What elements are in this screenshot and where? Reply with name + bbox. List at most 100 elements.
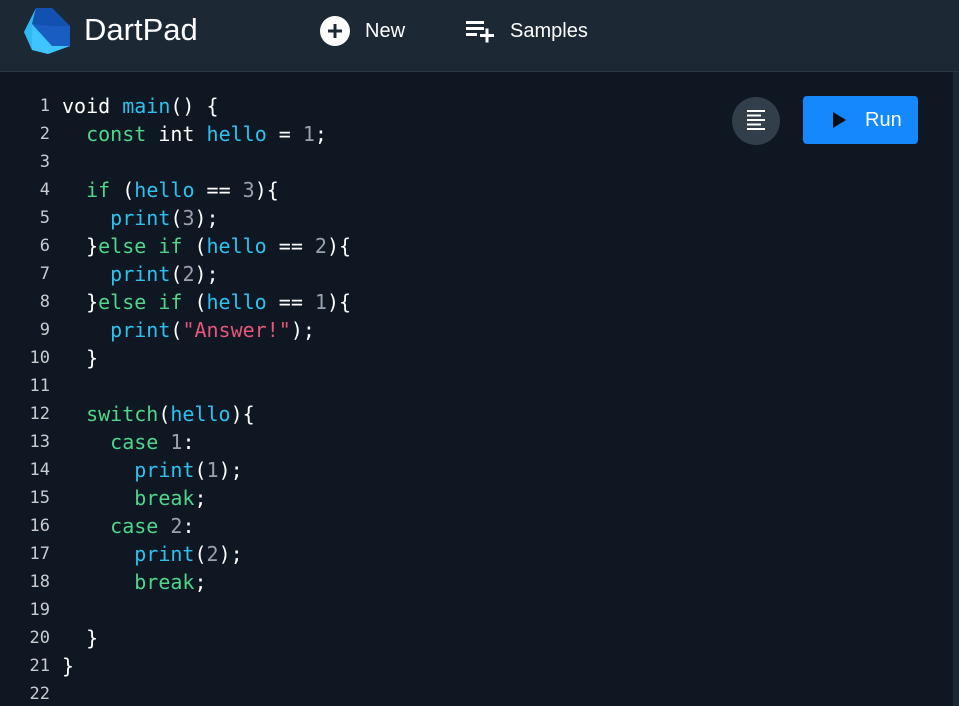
code-token: const xyxy=(86,122,147,146)
code-line[interactable]: print(2); xyxy=(62,540,722,568)
line-number: 14 xyxy=(29,460,50,480)
code-line[interactable]: void main() { xyxy=(62,92,722,120)
code-token: hello xyxy=(170,402,231,426)
line-number: 6 xyxy=(39,236,50,256)
line-number: 5 xyxy=(39,208,50,228)
code-line[interactable]: print("Answer!"); xyxy=(62,316,722,344)
code-area[interactable]: void main() { const int hello = 1; if (h… xyxy=(62,92,722,706)
code-line[interactable]: break; xyxy=(62,568,722,596)
app-header: DartPad New Samples xyxy=(0,0,959,72)
code-token: ( xyxy=(182,290,207,314)
code-line[interactable]: case 1: xyxy=(62,428,722,456)
code-token: switch xyxy=(86,402,159,426)
code-line[interactable]: } xyxy=(62,652,722,680)
code-token: } xyxy=(62,234,99,258)
code-token: break xyxy=(134,570,195,594)
line-number: 10 xyxy=(29,348,50,368)
code-token: } xyxy=(62,346,99,370)
line-number: 4 xyxy=(39,180,50,200)
code-token: : xyxy=(182,514,195,538)
code-line[interactable]: }else if (hello == 2){ xyxy=(62,232,722,260)
line-number: 11 xyxy=(29,376,50,396)
new-button-label: New xyxy=(365,19,406,42)
format-button[interactable] xyxy=(732,97,780,145)
code-token: 2 xyxy=(182,262,195,286)
code-line[interactable] xyxy=(62,596,722,624)
code-line[interactable]: switch(hello){ xyxy=(62,400,722,428)
run-button[interactable]: Run xyxy=(803,96,918,144)
format-align-icon xyxy=(745,108,767,135)
line-number: 15 xyxy=(29,488,50,508)
code-line[interactable]: }else if (hello == 1){ xyxy=(62,288,722,316)
code-editor[interactable]: 1 2 3 4 5 6 7 8 9 10 11 12 13 14 15 16 17 18 19 20 21 22 void… xyxy=(0,72,953,706)
dart-logo-icon xyxy=(24,8,70,54)
code-token: ); xyxy=(218,542,243,566)
app-title: DartPad xyxy=(84,12,198,47)
run-button-label: Run xyxy=(865,108,902,131)
code-token: 1 xyxy=(302,122,315,146)
code-token: ; xyxy=(194,486,207,510)
line-number: 20 xyxy=(29,628,50,648)
code-token: hello xyxy=(206,290,267,314)
code-line[interactable]: const int hello = 1; xyxy=(62,120,722,148)
code-token: print xyxy=(134,458,195,482)
line-number: 7 xyxy=(39,264,50,284)
code-token: ; xyxy=(194,570,207,594)
new-button[interactable]: New xyxy=(319,13,405,49)
code-token: = xyxy=(266,122,303,146)
code-token: 3 xyxy=(182,206,195,230)
code-token: 2 xyxy=(170,514,183,538)
line-number: 19 xyxy=(29,600,50,620)
code-token: } xyxy=(62,290,99,314)
code-line[interactable]: } xyxy=(62,344,722,372)
code-token: == xyxy=(266,234,315,258)
code-token: 3 xyxy=(242,178,255,202)
code-token: else if xyxy=(98,290,183,314)
code-token: "Answer!" xyxy=(182,318,291,342)
code-token: ){ xyxy=(230,402,255,426)
editor-scrollbar[interactable] xyxy=(953,72,959,706)
code-token: print xyxy=(110,206,171,230)
code-token: case xyxy=(110,514,159,538)
code-line[interactable]: print(3); xyxy=(62,204,722,232)
line-number: 9 xyxy=(39,320,50,340)
code-token: ( xyxy=(110,178,135,202)
code-token: ( xyxy=(194,542,207,566)
code-token: void xyxy=(62,94,123,118)
code-token: print xyxy=(134,542,195,566)
code-line[interactable] xyxy=(62,372,722,400)
line-number: 8 xyxy=(39,292,50,312)
code-token: 1 xyxy=(314,290,327,314)
code-line[interactable]: break; xyxy=(62,484,722,512)
code-token: 2 xyxy=(206,542,219,566)
line-number-gutter: 1 2 3 4 5 6 7 8 9 10 11 12 13 14 15 16 17 18 19 20 21 22 xyxy=(0,92,56,706)
code-token: ( xyxy=(170,262,183,286)
code-token: ); xyxy=(290,318,315,342)
code-line[interactable] xyxy=(62,680,722,706)
code-line[interactable]: if (hello == 3){ xyxy=(62,176,722,204)
code-token: 1 xyxy=(206,458,219,482)
code-token: ){ xyxy=(254,178,279,202)
code-line[interactable]: print(2); xyxy=(62,260,722,288)
code-line[interactable]: } xyxy=(62,624,722,652)
code-token: if xyxy=(86,178,111,202)
samples-button[interactable]: Samples xyxy=(464,13,588,49)
code-line[interactable] xyxy=(62,148,722,176)
code-token: } xyxy=(62,654,75,678)
samples-button-label: Samples xyxy=(510,19,588,42)
code-token: hello xyxy=(206,234,267,258)
line-number: 2 xyxy=(39,124,50,144)
code-token: ); xyxy=(218,458,243,482)
code-token: ); xyxy=(194,262,219,286)
playlist-add-icon xyxy=(464,15,496,47)
code-token: ); xyxy=(194,206,219,230)
code-line[interactable]: case 2: xyxy=(62,512,722,540)
code-line[interactable]: print(1); xyxy=(62,456,722,484)
